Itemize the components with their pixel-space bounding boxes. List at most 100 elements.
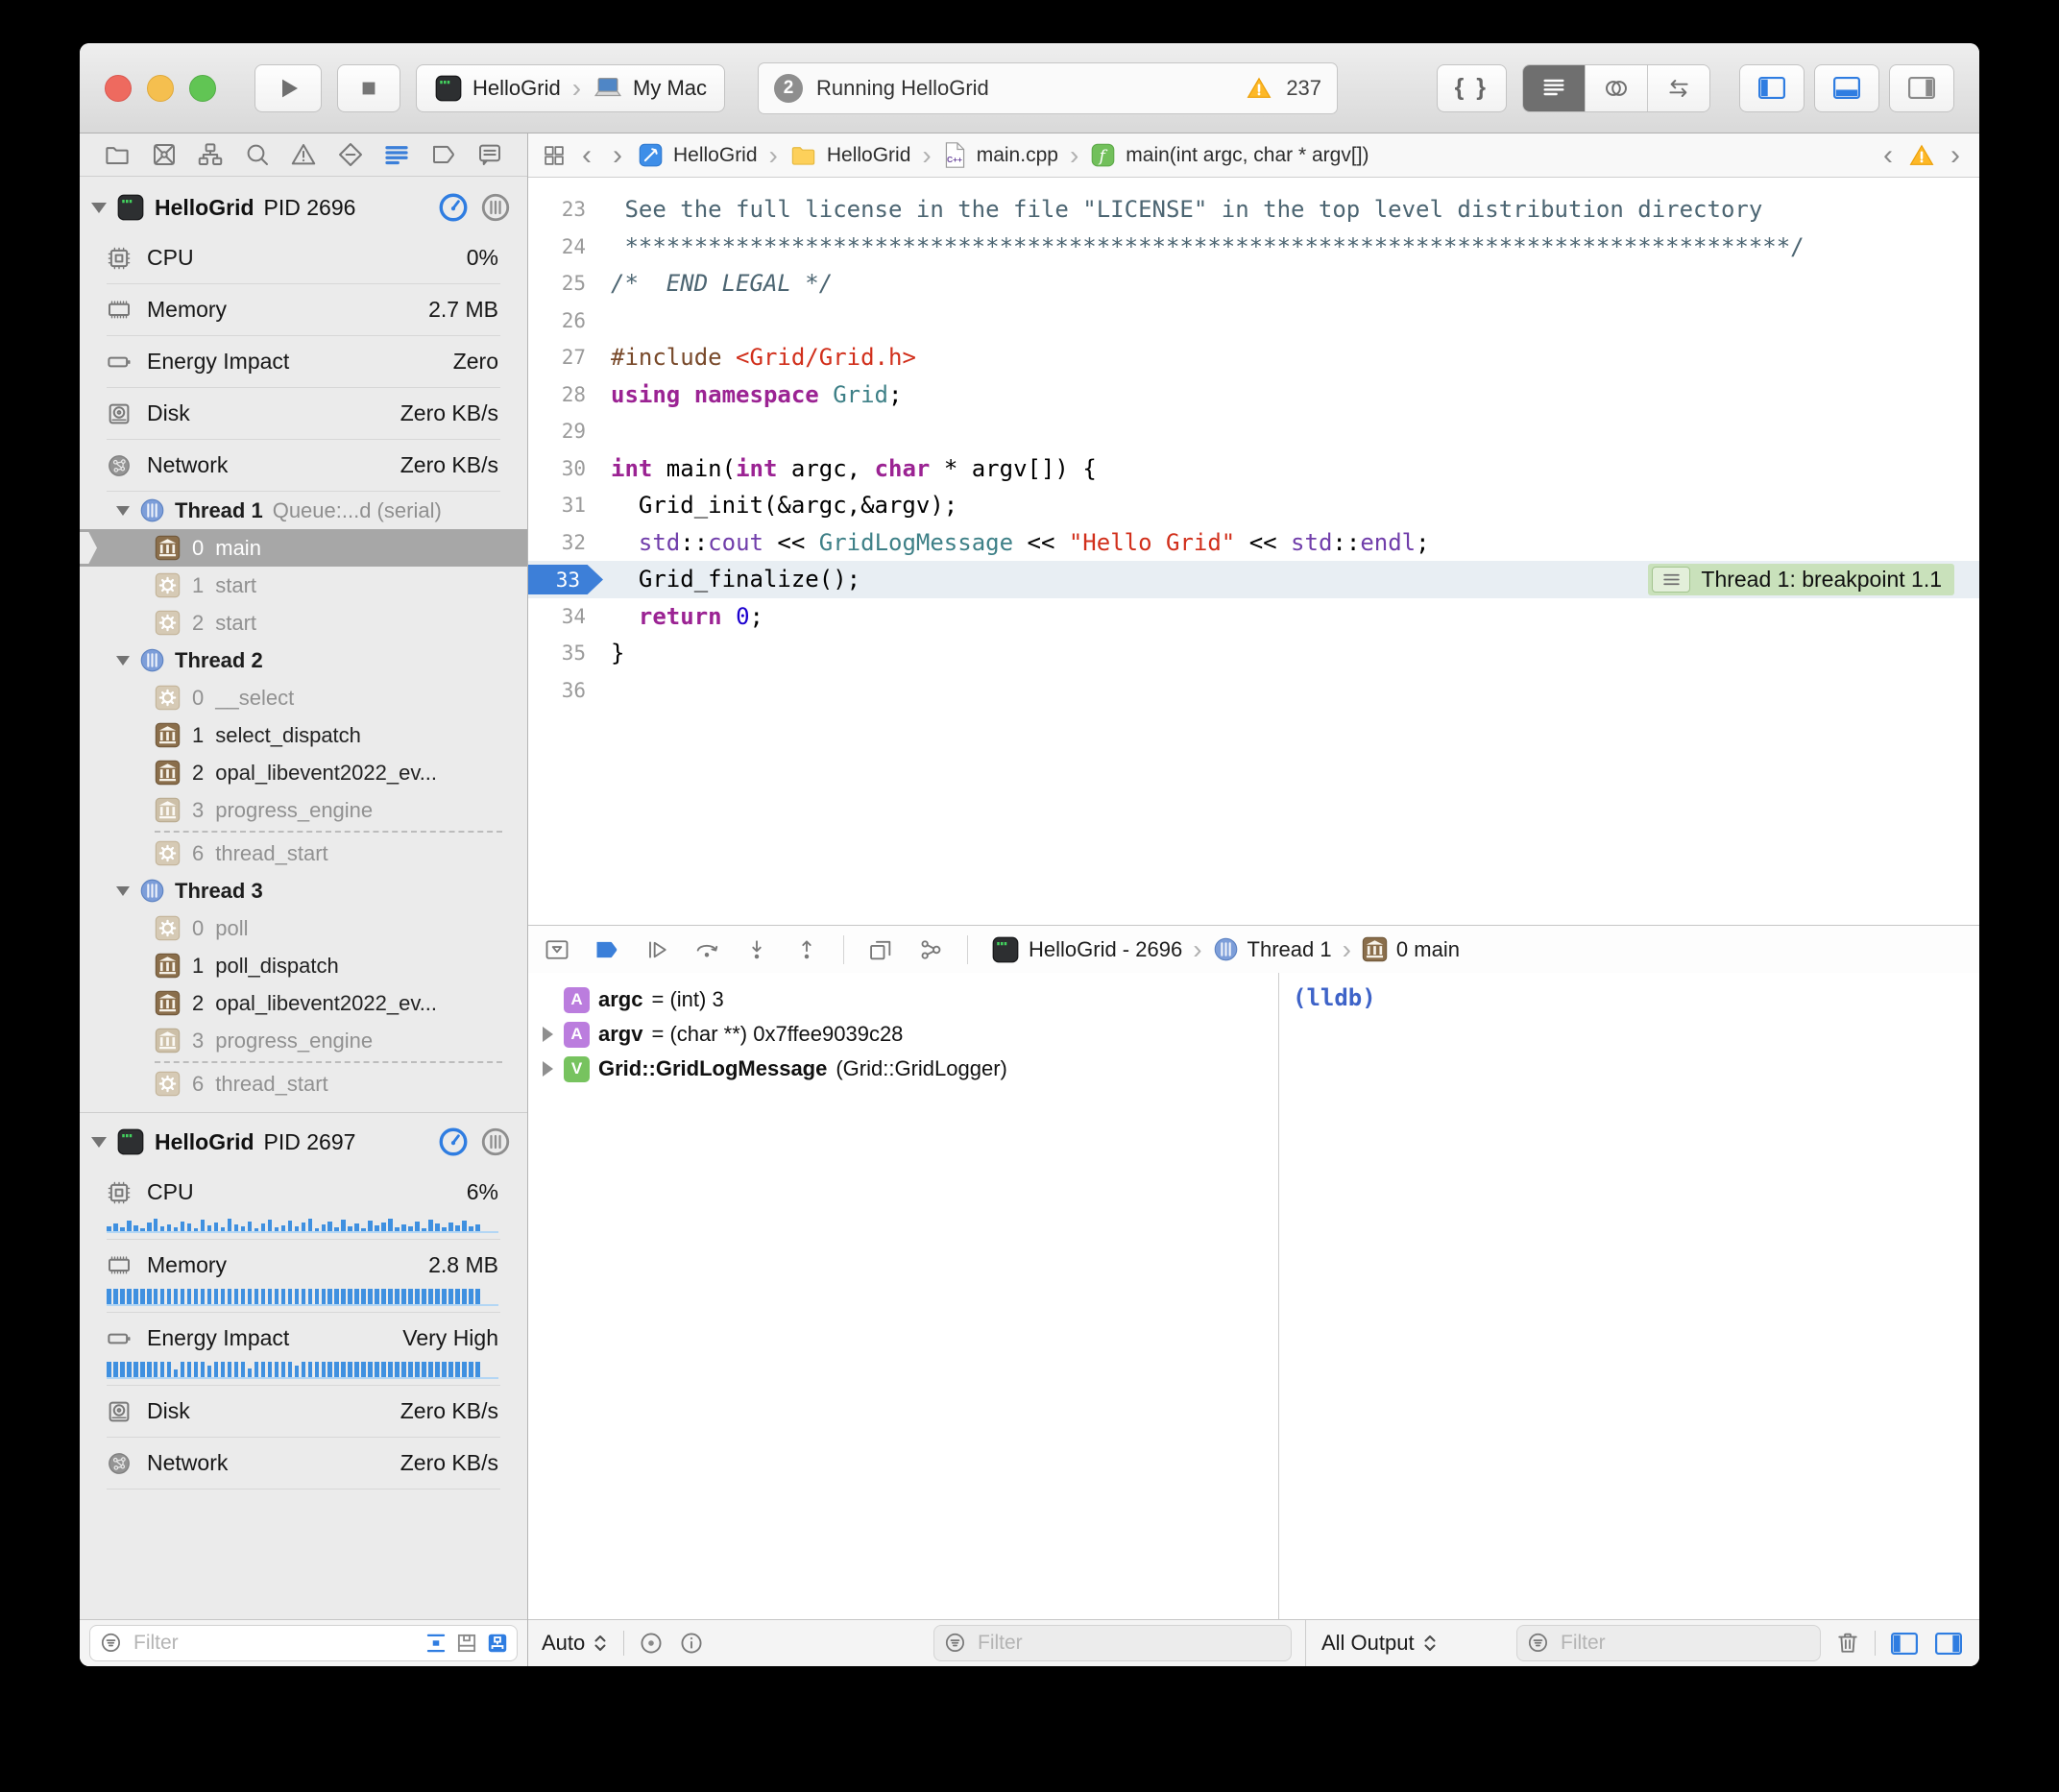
- minimize-window-button[interactable]: [147, 75, 174, 102]
- breakpoint-annotation[interactable]: Thread 1: breakpoint 1.1: [1648, 564, 1954, 595]
- code-line[interactable]: 28using namespace Grid;: [528, 376, 1979, 414]
- code-line[interactable]: 27#include <Grid/Grid.h>: [528, 339, 1979, 376]
- process-header[interactable]: HelloGridPID 2696: [80, 182, 527, 232]
- previous-issue-icon[interactable]: ‹: [1877, 141, 1899, 170]
- assistant-editor-button[interactable]: [1585, 65, 1647, 111]
- show-variables-toggle-icon[interactable]: [1889, 1631, 1920, 1657]
- warning-count[interactable]: 237: [1286, 76, 1321, 101]
- stack-frame-row[interactable]: 6thread_start: [80, 1065, 527, 1102]
- console-output-popup[interactable]: All Output: [1321, 1631, 1440, 1656]
- disclosure-triangle-icon[interactable]: [91, 203, 107, 213]
- step-out-icon[interactable]: [793, 936, 820, 963]
- stat-row-disk[interactable]: DiskZero KB/s: [80, 1386, 527, 1437]
- code-line[interactable]: 23 See the full license in the file "LIC…: [528, 191, 1979, 229]
- run-button[interactable]: [254, 64, 322, 112]
- stack-frame-row[interactable]: 1start: [80, 567, 527, 604]
- variable-row[interactable]: Aargv = (char **) 0x7ffee9039c28: [528, 1017, 1278, 1052]
- scheme-selector[interactable]: HelloGrid › My Mac: [416, 64, 725, 112]
- issue-navigator-icon[interactable]: [287, 138, 320, 171]
- breadcrumb-group[interactable]: HelloGrid: [827, 144, 911, 167]
- issue-warning-icon[interactable]: [1908, 142, 1935, 169]
- step-over-icon[interactable]: [693, 936, 720, 963]
- version-editor-button[interactable]: [1647, 65, 1709, 111]
- line-number[interactable]: 31: [528, 494, 586, 517]
- thread-row[interactable]: Thread 2: [80, 642, 527, 679]
- code-line[interactable]: 33 Grid_finalize();33Thread 1: breakpoin…: [528, 561, 1979, 598]
- show-console-toggle-icon[interactable]: [1933, 1631, 1964, 1657]
- line-number[interactable]: 30: [528, 457, 586, 480]
- thread-row[interactable]: Thread 1Queue:...d (serial): [80, 492, 527, 529]
- stat-row-memory[interactable]: Memory2.7 MB: [80, 284, 527, 335]
- toggle-inspector-button[interactable]: [1889, 64, 1954, 112]
- threads-view-toggle-icon[interactable]: [453, 1631, 480, 1656]
- breadcrumb-project[interactable]: HelloGrid: [673, 144, 758, 167]
- code-line[interactable]: 34 return 0;: [528, 598, 1979, 636]
- line-number[interactable]: 32: [528, 531, 586, 554]
- line-number[interactable]: 36: [528, 679, 586, 702]
- report-navigator-icon[interactable]: [473, 138, 506, 171]
- source-control-navigator-icon[interactable]: [148, 138, 181, 171]
- stack-frame-row[interactable]: 2start: [80, 604, 527, 642]
- stack-frame-row[interactable]: 0poll: [80, 909, 527, 947]
- threads-gauge-icon[interactable]: [479, 1126, 512, 1158]
- variable-row[interactable]: Aargc = (int) 3: [528, 982, 1278, 1017]
- breadcrumb-symbol[interactable]: main(int argc, char * argv[]): [1126, 144, 1369, 167]
- line-number[interactable]: 26: [528, 309, 586, 332]
- code-line[interactable]: 25/* END LEGAL */: [528, 265, 1979, 303]
- stack-frame-row[interactable]: 1poll_dispatch: [80, 947, 527, 984]
- memory-graph-icon[interactable]: [917, 936, 944, 963]
- breadcrumb-file[interactable]: main.cpp: [977, 144, 1058, 167]
- variables-filter-input[interactable]: [976, 1631, 1285, 1656]
- code-line[interactable]: 30int main(int argc, char * argv[]) {: [528, 450, 1979, 488]
- stack-frame-row[interactable]: 3progress_engine: [80, 1022, 527, 1059]
- breadcrumb-frame[interactable]: 0 main: [1396, 937, 1460, 962]
- disclosure-triangle-icon[interactable]: [116, 886, 130, 896]
- expand-triangle-icon[interactable]: [540, 1061, 555, 1077]
- code-line[interactable]: 32 std::cout << GridLogMessage << "Hello…: [528, 524, 1979, 562]
- code-line[interactable]: 26: [528, 303, 1979, 340]
- line-number[interactable]: 34: [528, 605, 586, 628]
- stack-frame-row[interactable]: 0main: [80, 529, 527, 567]
- stat-row-energy-impact[interactable]: Energy ImpactVery High: [80, 1313, 527, 1364]
- search-navigator-icon[interactable]: [241, 138, 274, 171]
- breadcrumb-thread[interactable]: Thread 1: [1248, 937, 1332, 962]
- zoom-window-button[interactable]: [189, 75, 216, 102]
- breakpoint-marker[interactable]: 33: [528, 565, 603, 594]
- stack-frame-row[interactable]: 3progress_engine: [80, 791, 527, 829]
- info-icon[interactable]: [678, 1630, 705, 1657]
- flat-frames-toggle-icon[interactable]: [423, 1631, 449, 1656]
- toggle-navigator-button[interactable]: [1739, 64, 1805, 112]
- console-view[interactable]: (lldb): [1279, 973, 1979, 1619]
- variable-row[interactable]: VGrid::GridLogMessage (Grid::GridLogger): [528, 1052, 1278, 1086]
- breakpoints-toggle-icon[interactable]: [593, 938, 620, 961]
- hide-debug-area-icon[interactable]: [544, 936, 570, 963]
- code-line[interactable]: 29: [528, 413, 1979, 450]
- breakpoint-navigator-icon[interactable]: [427, 138, 460, 171]
- stack-frame-row[interactable]: 1select_dispatch: [80, 716, 527, 754]
- line-number[interactable]: 35: [528, 642, 586, 665]
- disclosure-triangle-icon[interactable]: [116, 506, 130, 516]
- navigator-filter-input[interactable]: [132, 1631, 415, 1656]
- threads-gauge-icon[interactable]: [479, 191, 512, 224]
- step-into-icon[interactable]: [743, 936, 770, 963]
- breadcrumb-process[interactable]: HelloGrid - 2696: [1029, 937, 1182, 962]
- back-chevron-icon[interactable]: ‹: [576, 141, 597, 170]
- thread-row[interactable]: Thread 3: [80, 872, 527, 909]
- line-number[interactable]: 27: [528, 346, 586, 369]
- code-review-button[interactable]: { }: [1437, 64, 1507, 112]
- interesting-frames-toggle-icon[interactable]: [484, 1631, 511, 1656]
- disclosure-triangle-icon[interactable]: [116, 656, 130, 666]
- line-number[interactable]: 29: [528, 420, 586, 443]
- performance-gauge-icon[interactable]: [437, 1126, 470, 1158]
- toggle-debug-area-button[interactable]: [1814, 64, 1879, 112]
- code-line[interactable]: 24 *************************************…: [528, 229, 1979, 266]
- related-items-icon[interactable]: [542, 143, 567, 168]
- console-filter-field[interactable]: [1516, 1625, 1821, 1661]
- view-hierarchy-icon[interactable]: [867, 936, 894, 963]
- warning-icon[interactable]: [1246, 75, 1272, 102]
- stat-row-memory[interactable]: Memory2.8 MB: [80, 1240, 527, 1291]
- test-navigator-icon[interactable]: [334, 138, 367, 171]
- line-number[interactable]: 25: [528, 272, 586, 295]
- forward-chevron-icon[interactable]: ›: [607, 141, 628, 170]
- stat-row-cpu[interactable]: CPU0%: [80, 232, 527, 283]
